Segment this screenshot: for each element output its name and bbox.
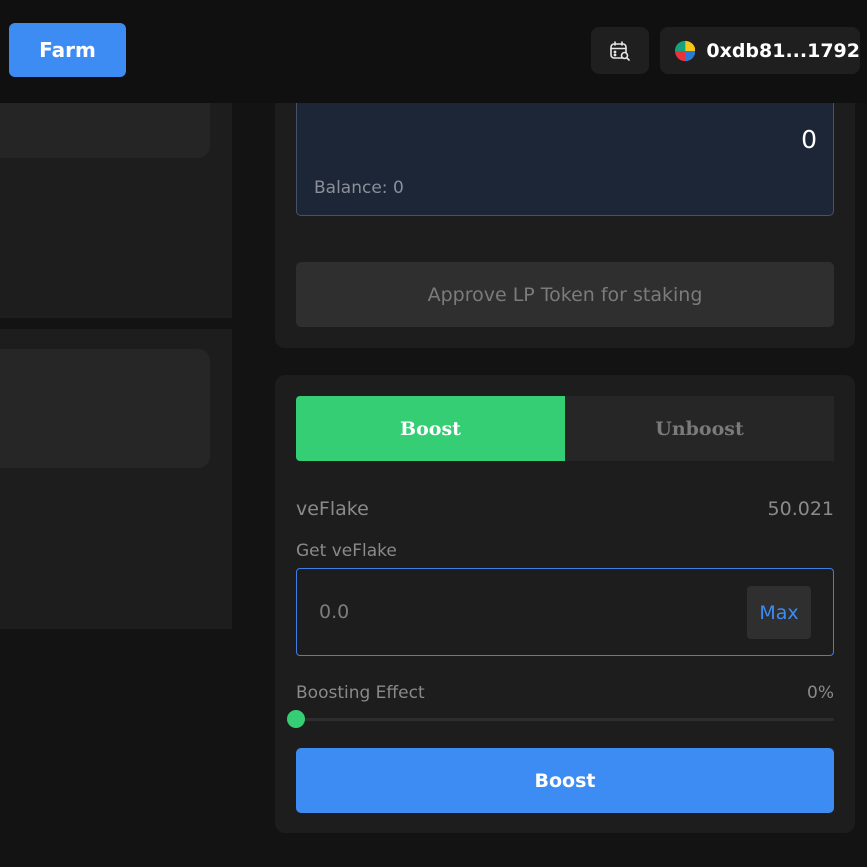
boosting-effect-slider[interactable] bbox=[287, 710, 834, 728]
wallet-avatar-icon bbox=[675, 40, 696, 61]
pool-card-info-box bbox=[0, 349, 210, 468]
balance-value: 0 bbox=[392, 178, 404, 198]
farm-button[interactable]: Farm bbox=[9, 23, 126, 77]
top-navbar: Farm 0xdb81...1792 bbox=[0, 0, 867, 103]
wallet-address: 0xdb81...1792 bbox=[706, 39, 860, 62]
boost-card: Boost Unboost veFlake 50.021 Get veFlake… bbox=[275, 375, 855, 833]
slider-thumb[interactable] bbox=[287, 710, 305, 728]
tab-boost[interactable]: Boost bbox=[296, 396, 565, 461]
veflake-amount-input[interactable] bbox=[319, 593, 719, 631]
veflake-balance-row: veFlake 50.021 bbox=[296, 498, 834, 520]
stake-amount-box[interactable]: 0 Balance: 0 bbox=[296, 103, 834, 216]
approve-lp-button[interactable]: Approve LP Token for staking bbox=[296, 262, 834, 327]
get-veflake-label: Get veFlake bbox=[296, 541, 397, 561]
max-button[interactable]: Max bbox=[747, 586, 811, 639]
wallet-button[interactable]: 0xdb81...1792 bbox=[660, 27, 860, 74]
calendar-button[interactable] bbox=[591, 27, 649, 74]
veflake-input-box: Max bbox=[296, 568, 834, 656]
veflake-label: veFlake bbox=[296, 498, 369, 520]
calendar-search-icon bbox=[610, 40, 630, 61]
tab-unboost[interactable]: Unboost bbox=[565, 396, 834, 461]
boosting-effect-label: Boosting Effect bbox=[296, 683, 425, 703]
pool-card-info-box bbox=[0, 103, 210, 158]
boosting-effect-value: 0% bbox=[807, 683, 834, 703]
boost-tabs: Boost Unboost bbox=[296, 396, 834, 461]
stake-card: 0 Balance: 0 Approve LP Token for stakin… bbox=[275, 103, 855, 348]
balance-label: Balance: bbox=[314, 178, 388, 198]
balance-row: Balance: 0 bbox=[314, 178, 404, 198]
veflake-value: 50.021 bbox=[767, 498, 834, 520]
stake-amount-value: 0 bbox=[801, 125, 817, 154]
boosting-effect-row: Boosting Effect 0% bbox=[296, 683, 834, 703]
boost-submit-button[interactable]: Boost bbox=[296, 748, 834, 813]
